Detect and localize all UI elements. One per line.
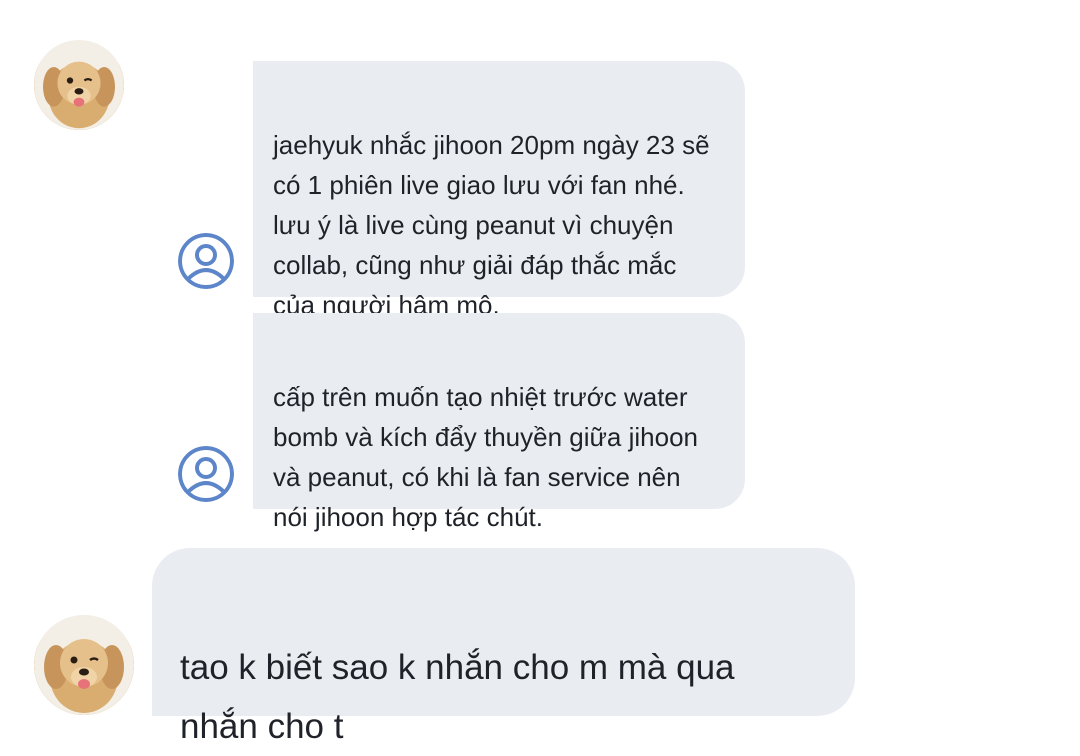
message-bubble-1[interactable]: jaehyuk nhắc jihoon 20pm ngày 23 sẽ có 1… (253, 61, 745, 320)
quoted-user-avatar-2[interactable] (178, 446, 234, 502)
sender-avatar-2[interactable] (34, 615, 134, 715)
user-icon (178, 233, 234, 289)
dog-avatar-icon (34, 40, 124, 130)
message-bubble-2[interactable]: cấp trên muốn tạo nhiệt trước water bomb… (253, 313, 745, 532)
message-text-2: cấp trên muốn tạo nhiệt trước water bomb… (273, 382, 699, 532)
message-text-3: tao k biết sao k nhắn cho m mà qua nhắn … (180, 648, 735, 746)
message-text-1: jaehyuk nhắc jihoon 20pm ngày 23 sẽ có 1… (273, 130, 710, 320)
sender-avatar[interactable] (34, 40, 124, 130)
quoted-user-avatar-1[interactable] (178, 233, 234, 289)
user-icon (178, 446, 234, 502)
message-bubble-3[interactable]: tao k biết sao k nhắn cho m mà qua nhắn … (152, 548, 855, 746)
dog-avatar-icon (34, 615, 134, 715)
